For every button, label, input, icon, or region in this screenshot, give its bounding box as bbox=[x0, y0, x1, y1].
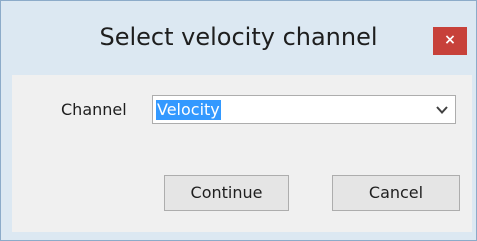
chevron-down-icon[interactable] bbox=[435, 103, 449, 117]
dialog-body: Channel Velocity Continue Cancel bbox=[12, 75, 472, 232]
cancel-button[interactable]: Cancel bbox=[332, 175, 460, 211]
dialog-title: Select velocity channel bbox=[99, 23, 378, 51]
close-button[interactable]: × bbox=[433, 27, 467, 55]
dialog-window: Select velocity channel × Channel Veloci… bbox=[0, 0, 477, 241]
continue-button[interactable]: Continue bbox=[164, 175, 289, 211]
title-bar[interactable]: Select velocity channel × bbox=[1, 1, 476, 75]
close-icon: × bbox=[444, 32, 456, 48]
channel-select-value: Velocity bbox=[156, 100, 221, 120]
channel-label: Channel bbox=[61, 100, 127, 119]
channel-select[interactable]: Velocity bbox=[152, 95, 456, 124]
